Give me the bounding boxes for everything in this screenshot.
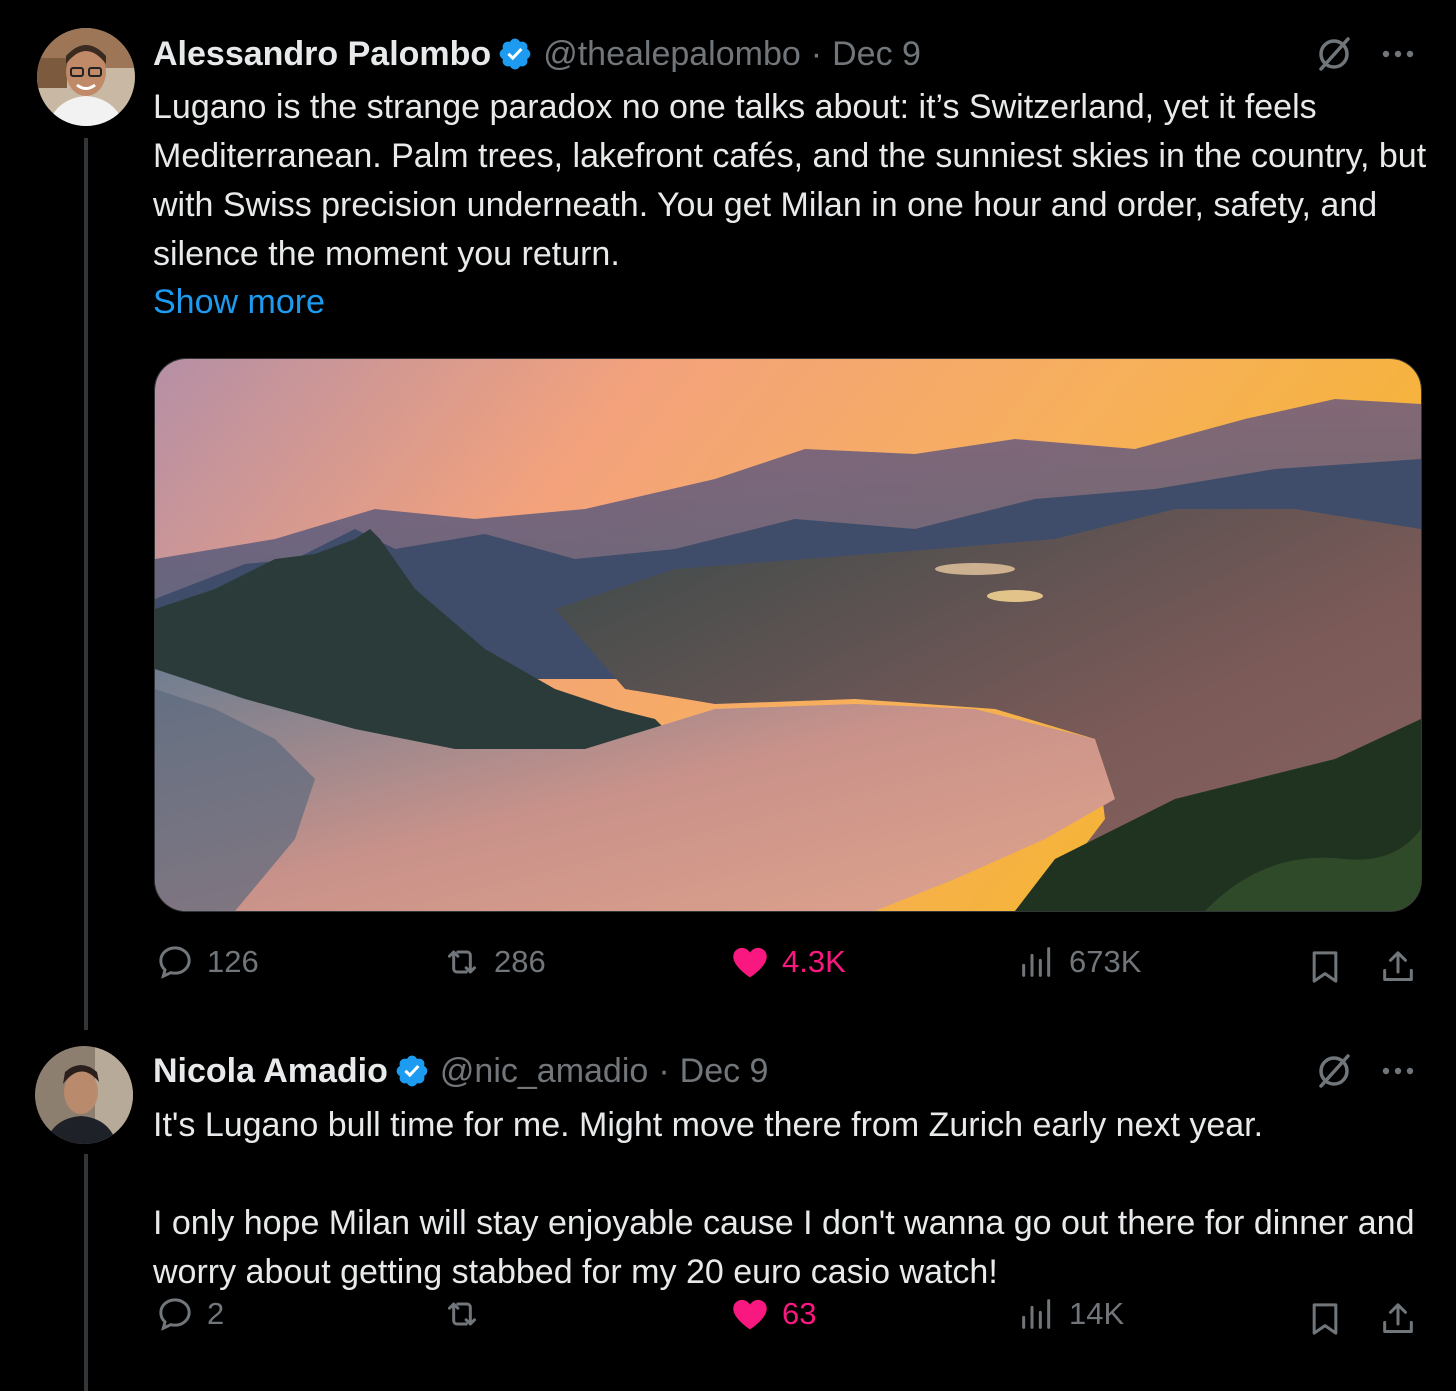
author-handle[interactable]: @nic_amadio [440,1051,648,1091]
bookmark-icon[interactable] [1305,1299,1345,1339]
views-button[interactable]: 14K [1017,1294,1124,1334]
views-count: 14K [1069,1296,1125,1331]
reply-button[interactable]: 126 [155,942,259,982]
verified-badge-icon [499,38,531,70]
reply-button[interactable]: 2 [155,1294,224,1334]
author-name[interactable]: Alessandro Palombo [153,34,491,74]
views-icon [1022,947,1051,977]
tweet-header: Nicola Amadio @nic_amadio · Dec 9 [153,1051,768,1091]
tweet-actions: 126 286 4.3K 673K [0,942,1456,992]
more-icon[interactable] [1378,34,1418,74]
separator-dot: · [810,35,823,73]
grok-icon[interactable] [1314,1051,1354,1091]
views-icon [1022,1299,1051,1329]
author-handle[interactable]: @thealepalombo [543,34,801,74]
like-button[interactable]: 63 [730,1294,816,1334]
reply-count: 126 [207,944,259,979]
views-count: 673K [1069,944,1142,979]
share-icon[interactable] [1378,947,1418,987]
tweet-date[interactable]: Dec 9 [832,34,921,74]
avatar[interactable] [35,1046,133,1144]
views-button[interactable]: 673K [1017,942,1141,982]
more-icon[interactable] [1378,1051,1418,1091]
tweet-media-image[interactable] [154,358,1422,912]
like-count: 4.3K [782,944,846,979]
tweet-header: Alessandro Palombo @thealepalombo · Dec … [153,34,921,74]
repost-button[interactable] [442,1294,494,1334]
tweet-actions: 2 63 14K [0,1294,1456,1344]
like-button[interactable]: 4.3K [730,942,846,982]
heart-icon [733,1299,767,1330]
tweet-2[interactable]: Nicola Amadio @nic_amadio · Dec 9 It's L… [0,1030,1456,1391]
tweet-text: It's Lugano bull time for me. Might move… [153,1106,1415,1291]
author-name[interactable]: Nicola Amadio [153,1051,388,1091]
repost-button[interactable]: 286 [442,942,546,982]
tweet-date[interactable]: Dec 9 [680,1051,769,1091]
show-more-link[interactable]: Show more [153,283,325,322]
tweet-1[interactable]: Alessandro Palombo @thealepalombo · Dec … [0,0,1456,1030]
like-count: 63 [782,1296,817,1331]
avatar[interactable] [37,28,135,126]
repost-icon [448,950,476,974]
bookmark-icon[interactable] [1305,947,1345,987]
tweet-text: Lugano is the strange paradox no one tal… [153,88,1436,273]
separator-dot: · [658,1052,670,1090]
heart-icon [733,947,767,978]
thread-line [84,138,88,1030]
thread-line [84,1154,88,1391]
repost-count: 286 [494,944,546,979]
grok-icon[interactable] [1314,34,1354,74]
share-icon[interactable] [1378,1299,1418,1339]
verified-badge-icon [396,1055,428,1087]
reply-icon [159,1298,191,1331]
reply-count: 2 [207,1296,225,1331]
reply-icon [159,946,191,979]
repost-icon [448,1302,476,1326]
